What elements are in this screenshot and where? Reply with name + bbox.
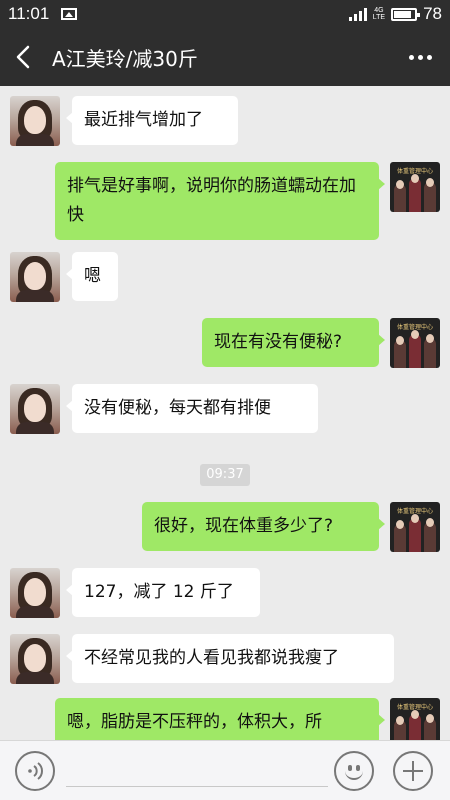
message-bubble-outgoing[interactable]: 排气是好事啊，说明你的肠道蠕动在加快 [55,162,385,240]
message-bubble-incoming[interactable]: 嗯 [66,252,118,301]
back-arrow-icon [16,45,30,69]
self-avatar[interactable]: 体重管理中心 [390,698,440,740]
message-text: 最近排气增加了 [84,110,203,130]
message-text: 127，减了 12 斤了 [84,582,234,602]
emoji-mouth [345,770,363,780]
network-top: 4G [374,7,384,14]
more-options-button[interactable] [390,28,450,86]
battery-percent: 78 [423,4,442,23]
self-avatar[interactable]: 体重管理中心 [390,162,440,212]
message-text: 嗯 [84,266,101,286]
emoji-button[interactable] [334,751,374,791]
message-bubble-outgoing[interactable]: 现在有没有便秘? [202,318,385,367]
message-timestamp: 09:37 [200,464,250,486]
image-notification-icon [61,8,78,20]
contact-avatar[interactable] [10,252,60,302]
self-avatar[interactable]: 体重管理中心 [390,502,440,552]
chat-area[interactable]: 最近排气增加了 体重管理中心 排气是好事啊，说明你的肠道蠕动在加快 嗯 体重管理… [0,86,450,740]
network-bottom: LTE [372,14,386,21]
message-bubble-outgoing[interactable]: 很好，现在体重多少了? [142,502,385,551]
message-input[interactable] [66,755,328,787]
contact-avatar[interactable] [10,634,60,684]
self-avatar[interactable]: 体重管理中心 [390,318,440,368]
more-dot-icon [417,54,423,60]
signal-icon [348,7,367,21]
message-text: 嗯，脂肪是不压秤的，体积大，所 [67,712,322,732]
back-button[interactable] [0,28,46,86]
message-text: 排气是好事啊，说明你的肠道蠕动在加快 [67,176,356,225]
chat-header: A江美玲/减30斤 [0,28,450,86]
message-text: 不经常见我的人看见我都说我瘦了 [84,648,339,668]
message-bubble-incoming[interactable]: 最近排气增加了 [66,96,238,145]
message-bubble-incoming[interactable]: 不经常见我的人看见我都说我瘦了 [66,634,394,683]
contact-avatar[interactable] [10,568,60,618]
contact-avatar[interactable] [10,96,60,146]
message-bubble-outgoing[interactable]: 嗯，脂肪是不压秤的，体积大，所 [55,698,385,740]
more-functions-button[interactable] [393,751,433,791]
more-dot-icon [408,54,414,60]
chat-title: A江美玲/减30斤 [52,46,198,71]
battery-icon [391,7,421,21]
input-bar [0,740,450,800]
message-text: 现在有没有便秘? [214,332,343,352]
message-bubble-incoming[interactable]: 127，减了 12 斤了 [66,568,260,617]
status-time: 11:01 [8,4,50,23]
network-type: 4G LTE [373,7,385,21]
message-bubble-incoming[interactable]: 没有便秘，每天都有排便 [66,384,318,433]
status-bar: 11:01 4G LTE 78 [0,0,450,28]
message-text: 没有便秘，每天都有排便 [84,398,271,418]
status-right: 4G LTE 78 [348,4,442,24]
message-text: 很好，现在体重多少了? [154,516,334,536]
more-dot-icon [426,54,432,60]
contact-avatar[interactable] [10,384,60,434]
voice-input-button[interactable] [15,751,55,791]
voice-icon [28,762,43,780]
